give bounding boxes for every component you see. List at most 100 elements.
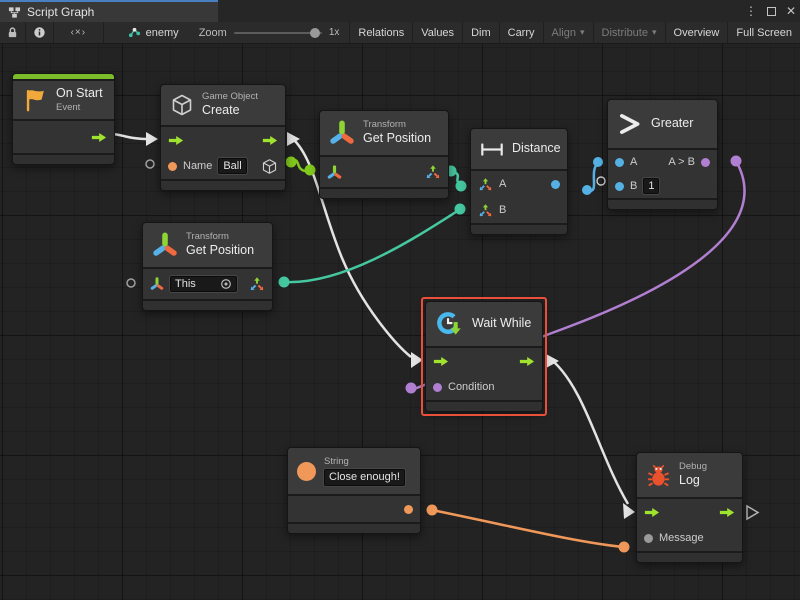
node-footer [608,200,717,209]
tab-script-graph[interactable]: Script Graph [0,0,218,22]
kebab-menu-icon[interactable]: ⋮ [745,5,757,17]
port-row [13,121,114,153]
distribute-dropdown[interactable]: Distribute [593,22,665,43]
zoom-slider-knob[interactable] [310,28,320,38]
node-body: Message [637,499,742,551]
flow-output-port[interactable] [262,135,278,146]
node-header: Debug Log [637,453,742,497]
carry-button[interactable]: Carry [499,22,543,43]
toolbar-buttons: Relations Values Dim Carry Align Distrib… [349,22,800,43]
port-row: This [143,269,272,299]
node-get-position-b[interactable]: Transform Get Position This [142,222,273,311]
node-create[interactable]: Game Object Create Name Ball [160,84,286,191]
node-supertitle: Transform [186,231,254,243]
values-button[interactable]: Values [412,22,462,43]
port-label: A [499,178,506,190]
string-output-port[interactable] [404,505,413,514]
node-subtitle: Event [56,102,103,114]
node-header: Game Object Create [161,85,285,125]
node-distance[interactable]: Distance A B [470,128,568,235]
name-value-field[interactable]: Ball [218,158,246,174]
port-label: Name [183,160,212,172]
flow-input-port[interactable] [644,507,660,518]
input-port-b[interactable] [615,182,624,191]
node-string[interactable]: String Close enough! [287,447,421,534]
node-header: On Start Event [13,81,114,119]
message-input-port[interactable] [644,534,653,543]
vector3-input-port-a[interactable] [478,177,493,192]
node-body: A B [471,171,567,223]
full-screen-button[interactable]: Full Screen [727,22,800,43]
node-header: Transform Get Position [320,111,448,155]
node-footer [161,181,285,190]
node-footer [471,225,567,234]
vector3-output-port[interactable] [249,276,265,292]
gameobject-output-port[interactable] [261,158,278,175]
vector3-input-port-b[interactable] [478,203,493,218]
flow-input-port[interactable] [168,135,184,146]
window-controls: ⋮ ✕ [745,0,796,22]
flow-input-port[interactable] [433,356,449,367]
align-dropdown[interactable]: Align [543,22,593,43]
node-header: Distance [471,129,567,169]
b-value-field[interactable]: 1 [643,178,659,194]
relations-button[interactable]: Relations [349,22,412,43]
node-wait-while[interactable]: Wait While Condition [425,301,543,412]
node-get-position-a[interactable]: Transform Get Position [319,110,449,199]
dim-button[interactable]: Dim [462,22,499,43]
bool-output-port[interactable] [701,158,710,167]
node-on-start[interactable]: On Start Event [12,73,115,165]
node-footer [13,155,114,164]
node-header: String Close enough! [288,448,420,494]
maximize-icon[interactable] [767,7,776,16]
zoom-slider[interactable] [234,32,322,34]
flow-output-port[interactable] [91,132,107,143]
zoom-value: 1x [329,27,340,38]
event-color-bar [13,74,114,79]
node-title: Get Position [363,131,431,147]
input-port-a[interactable] [615,158,624,167]
zoom-control: Zoom 1x [189,22,350,43]
node-title: On Start [56,86,103,102]
node-footer [637,553,742,562]
node-header: Wait While [426,302,542,346]
port-label: B [630,180,637,192]
target-picker-icon[interactable] [220,278,232,290]
graph-tab-icon [8,6,21,19]
name-input-port[interactable] [168,162,177,171]
node-footer [426,402,542,411]
flow-output-port[interactable] [719,507,735,518]
port-label: Condition [448,381,494,393]
string-circle-icon [297,462,316,481]
close-icon[interactable]: ✕ [786,5,796,17]
number-output-port[interactable] [551,180,560,189]
node-footer [143,301,272,310]
title-bar: Script Graph ⋮ ✕ [0,0,800,22]
node-greater[interactable]: Greater A A > B B 1 [607,99,718,210]
info-button[interactable] [26,22,54,43]
code-icon: ‹×› [71,27,87,38]
graph-name: enemy [146,27,179,39]
tab-title: Script Graph [27,5,94,19]
target-value-field[interactable]: This [170,276,237,292]
bug-icon [646,463,671,488]
inspect-button[interactable]: ‹×› [54,22,104,43]
lock-button[interactable] [0,22,26,43]
flag-icon [22,87,48,113]
port-row [320,157,448,187]
target-value-text: This [175,278,196,290]
node-debug-log[interactable]: Debug Log Message [636,452,743,563]
overview-button[interactable]: Overview [665,22,728,43]
transform-input-port[interactable] [327,165,342,180]
string-value-field[interactable]: Close enough! [324,469,405,487]
node-supertitle: Game Object [202,91,258,103]
vector3-output-port[interactable] [425,164,441,180]
node-supertitle: String [324,456,405,468]
node-body: Condition [426,348,542,400]
flow-output-port[interactable] [519,356,535,367]
output-label: A > B [668,156,695,168]
transform-input-port[interactable] [150,277,164,291]
condition-input-port[interactable] [433,383,442,392]
node-header: Greater [608,100,717,148]
graph-breadcrumb[interactable]: enemy [118,22,189,43]
